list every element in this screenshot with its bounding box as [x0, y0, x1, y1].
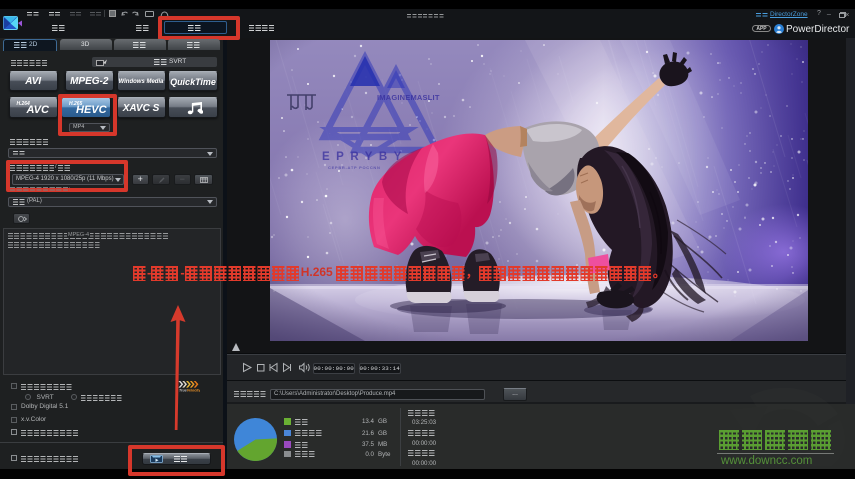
svg-text:IMAGINEMASLIT: IMAGINEMASLIT [377, 93, 440, 102]
svg-text:EPRYBY: EPRYBY [322, 151, 408, 163]
svg-text:CEPBR-ATP POCCNN: CEPBR-ATP POCCNN [328, 165, 381, 170]
